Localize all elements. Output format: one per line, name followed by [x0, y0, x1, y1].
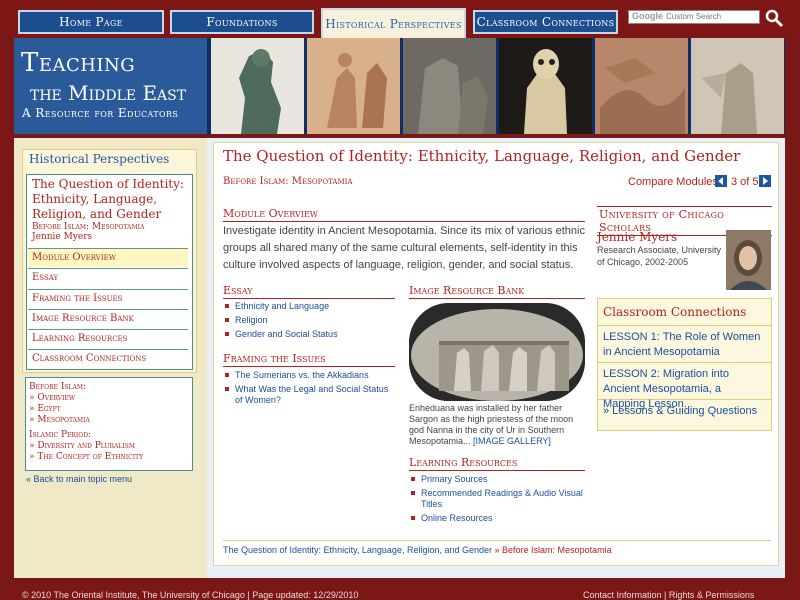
- sidebar-item-learning-resources[interactable]: Learning Resources: [28, 329, 188, 348]
- enheduana-relief-image: [409, 303, 585, 401]
- sidebar-module-title: The Question of Identity: Ethnicity, Lan…: [32, 177, 184, 221]
- sidebar-before-islam-label: Before Islam:: [29, 382, 86, 392]
- footer-copyright: © 2010 The Oriental Institute, The Unive…: [22, 590, 359, 600]
- bottom-divider: [223, 540, 771, 541]
- image-bank-heading: Image Resource Bank: [409, 284, 585, 299]
- artifact-image-relief-figures: [307, 38, 400, 134]
- image-caption: Enheduana was installed by her father Sa…: [409, 403, 589, 447]
- sidebar-link-mesopotamia[interactable]: » Mesopotamia: [26, 415, 192, 426]
- essay-link-religion[interactable]: Religion: [223, 315, 395, 326]
- site-logo[interactable]: Teaching the Middle East A Resource for …: [14, 38, 207, 134]
- sidebar-item-essay[interactable]: Essay: [28, 268, 188, 287]
- learning-resources-heading: Learning Resources: [409, 456, 585, 471]
- page-title: The Question of Identity: Ethnicity, Lan…: [223, 147, 741, 165]
- essay-link-ethnicity-language[interactable]: Ethnicity and Language: [223, 301, 395, 312]
- lesson-2-link[interactable]: LESSON 2: Migration into Ancient Mesopot…: [598, 362, 771, 410]
- sidebar-item-framing-the-issues[interactable]: Framing the Issues: [28, 289, 188, 308]
- tab-foundations[interactable]: Foundations: [170, 10, 314, 34]
- artifact-image-stele: [403, 38, 496, 134]
- next-module-button[interactable]: [759, 175, 771, 187]
- framing-link-sumerians-akkadians[interactable]: The Sumerians vs. the Akkadians: [223, 370, 395, 381]
- sidebar-module-author: Jennie Myers: [32, 232, 93, 242]
- artifact-image-worshipper-statue: [499, 38, 592, 134]
- module-overview-text: Investigate identity in Ancient Mesopota…: [223, 225, 585, 271]
- essay-link-gender-status[interactable]: Gender and Social Status: [223, 329, 395, 340]
- image-gallery-link[interactable]: [IMAGE GALLERY]: [473, 436, 551, 446]
- sidebar-related-modules: Before Islam: » Overview » Egypt » Mesop…: [25, 377, 193, 471]
- search-input[interactable]: Google Custom Search: [628, 10, 760, 24]
- artifact-image-hunting-relief: [595, 38, 688, 134]
- learning-link-primary-sources[interactable]: Primary Sources: [409, 474, 585, 485]
- sidebar-islamic-period-label: Islamic Period:: [29, 430, 92, 440]
- sidebar-item-module-overview[interactable]: Module Overview: [28, 248, 188, 267]
- top-navigation: Home Page Foundations Historical Perspec…: [0, 0, 800, 38]
- module-page-indicator: 3 of 5: [731, 176, 759, 188]
- tab-classroom-connections[interactable]: Classroom Connections: [473, 10, 618, 34]
- sidebar-link-diversity-pluralism[interactable]: » Diversity and Pluralism: [26, 441, 192, 452]
- breadcrumb: The Question of Identity: Ethnicity, Lan…: [223, 545, 612, 555]
- framing-link-status-of-women[interactable]: What Was the Legal and Social Status of …: [223, 384, 395, 406]
- logo-tagline: A Resource for Educators: [22, 106, 179, 120]
- artifact-image-winged-figure: [691, 38, 784, 134]
- scholar-role: Research Associate, University of Chicag…: [597, 245, 722, 267]
- learning-link-online-resources[interactable]: Online Resources: [409, 513, 585, 524]
- sidebar-link-concept-of-ethnicity[interactable]: » The Concept of Ethnicity: [26, 452, 192, 463]
- back-to-main-menu-link[interactable]: « Back to main topic menu: [26, 474, 132, 484]
- breadcrumb-current: » Before Islam: Mesopotamia: [494, 545, 612, 555]
- sidebar-module-subtitle: Before Islam: Mesopotamia: [32, 222, 145, 232]
- essay-heading: Essay: [223, 284, 395, 299]
- enheduana-disk-image[interactable]: [409, 303, 585, 401]
- breadcrumb-module-link[interactable]: The Question of Identity: Ethnicity, Lan…: [223, 545, 492, 555]
- sidebar-item-classroom-connections[interactable]: Classroom Connections: [28, 349, 188, 368]
- tab-historical-perspectives[interactable]: Historical Perspectives: [321, 8, 466, 38]
- logo-title-line2: the Middle East: [30, 81, 187, 105]
- module-overview-heading: Module Overview: [223, 207, 585, 222]
- search-icon[interactable]: [764, 8, 784, 28]
- sidebar-link-egypt[interactable]: » Egypt: [26, 404, 192, 415]
- compare-modules-label: Compare Modules: [628, 176, 718, 188]
- lesson-1-link[interactable]: LESSON 1: The Role of Women in Ancient M…: [598, 325, 771, 362]
- artifact-image-statue-kneeling: [211, 38, 304, 134]
- learning-link-recommended-readings[interactable]: Recommended Readings & Audio Visual Titl…: [409, 488, 585, 510]
- sidebar-module-nav: Historical Perspectives The Question of …: [22, 149, 197, 373]
- page-subtitle: Before Islam: Mesopotamia: [223, 176, 353, 187]
- search-brand: Google: [632, 11, 663, 21]
- sidebar-link-overview[interactable]: » Overview: [26, 393, 192, 404]
- classroom-connections-heading: Classroom Connections: [603, 305, 747, 319]
- sidebar-heading[interactable]: Historical Perspectives: [23, 150, 196, 170]
- classroom-connections-box: Classroom Connections LESSON 1: The Role…: [597, 298, 772, 431]
- tab-home-page[interactable]: Home Page: [18, 10, 164, 34]
- site-footer: © 2010 The Oriental Institute, The Unive…: [0, 590, 800, 600]
- logo-title-line1: Teaching: [21, 48, 136, 78]
- scholar-photo: [726, 230, 771, 290]
- search-placeholder: Custom Search: [666, 12, 722, 21]
- scholar-name[interactable]: Jennie Myers: [597, 230, 677, 244]
- sidebar-item-image-resource-bank[interactable]: Image Resource Bank: [28, 309, 188, 328]
- framing-issues-heading: Framing the Issues: [223, 352, 395, 367]
- site-banner: Teaching the Middle East A Resource for …: [14, 38, 785, 134]
- footer-links[interactable]: Contact Information | Rights & Permissio…: [583, 590, 754, 600]
- previous-module-button[interactable]: [715, 175, 727, 187]
